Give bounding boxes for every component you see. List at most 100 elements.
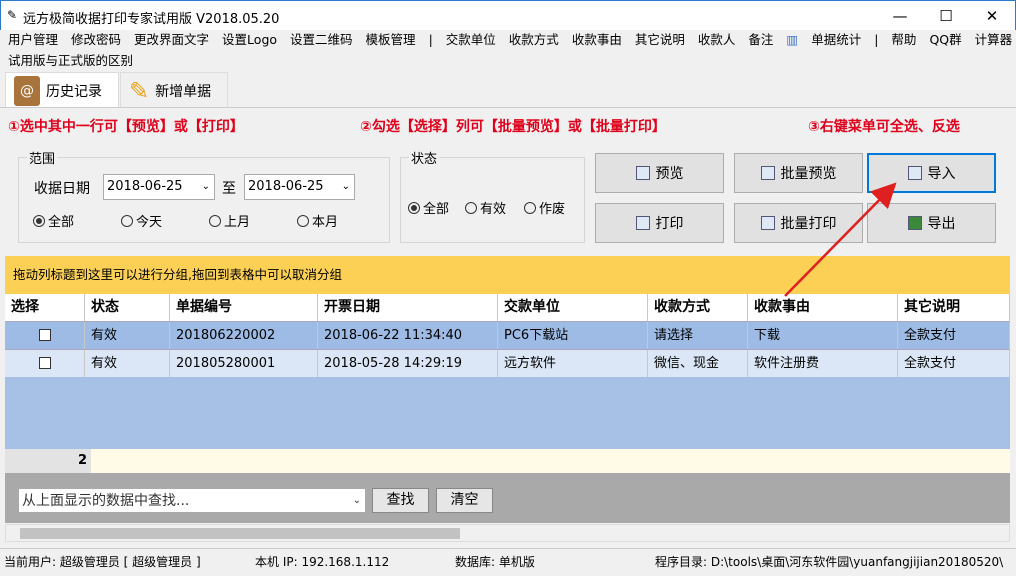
cell-payer: 远方软件 [498, 350, 648, 377]
close-button[interactable]: ✕ [969, 1, 1015, 31]
menu-item[interactable]: 交款单位 [446, 30, 496, 50]
button-label: 打印 [655, 216, 684, 232]
cell-method: 请选择 [648, 322, 748, 349]
scrollbar-thumb[interactable] [20, 528, 460, 539]
select-cell[interactable] [5, 350, 85, 377]
batch-preview-button[interactable]: 批量预览 [734, 153, 863, 193]
menu-item[interactable]: 设置Logo [222, 30, 277, 50]
chevron-down-icon: ⌄ [341, 181, 350, 192]
cell-reason: 软件注册费 [748, 350, 898, 377]
cell-date: 2018-05-28 14:29:19 [318, 350, 498, 377]
range-radio-all[interactable]: 全部 [33, 211, 74, 230]
import-button[interactable]: 导入 [867, 153, 996, 193]
data-grid: 选择 状态 单据编号 开票日期 交款单位 收款方式 收款事由 其它说明 有效 201806220… [5, 294, 1010, 449]
status-radio-valid[interactable]: 有效 [465, 198, 506, 217]
minimize-button[interactable]: — [877, 1, 923, 31]
status-radio-all[interactable]: 全部 [408, 198, 449, 217]
status-dir: 程序目录: D:\tools\桌面\河东软件园\yuanfangjijian20… [655, 555, 1004, 569]
preview-icon [635, 166, 650, 180]
radio-label: 本月 [312, 215, 339, 230]
radio-label: 作废 [539, 202, 566, 217]
radio-icon [465, 201, 477, 214]
button-label: 导出 [927, 216, 956, 232]
column-header[interactable]: 选择 [5, 294, 85, 321]
menu-item[interactable]: 设置二维码 [290, 30, 353, 50]
menu-item[interactable]: 计算器 [975, 30, 1013, 50]
radio-icon [121, 214, 133, 227]
horizontal-scrollbar[interactable] [5, 524, 1010, 542]
status-bar: 当前用户: 超级管理员 [ 超级管理员 ] 本机 IP: 192.168.1.1… [0, 548, 1016, 575]
row-count: 2 [5, 449, 91, 473]
pencil-icon: ✎ [129, 76, 150, 105]
date-from-picker[interactable]: 2018-06-25 ⌄ [103, 174, 215, 200]
menu-item[interactable]: 修改密码 [71, 30, 121, 50]
table-row[interactable]: 有效 201805280001 2018-05-28 14:29:19 远方软件 微信、… [5, 349, 1010, 377]
menu-item[interactable]: 模板管理 [366, 30, 416, 50]
menu-bar: 用户管理 修改密码 更改界面文字 设置Logo 设置二维码 模板管理 | 交款单位 收款方式 收款… [0, 30, 1016, 50]
menu-trial-diff[interactable]: 试用版与正式版的区别 [8, 50, 133, 69]
range-legend: 范围 [29, 152, 56, 167]
radio-icon [408, 201, 420, 214]
menu-item[interactable]: 用户管理 [8, 30, 58, 50]
radio-icon [209, 214, 221, 227]
preview-button[interactable]: 预览 [595, 153, 724, 193]
cell-note: 全款支付 [898, 322, 1010, 349]
grid-header: 选择 状态 单据编号 开票日期 交款单位 收款方式 收款事由 其它说明 [5, 294, 1010, 321]
select-checkbox[interactable] [39, 357, 51, 369]
notice-3: ③右键菜单可全选、反选 [808, 119, 960, 135]
table-row[interactable]: 有效 201806220002 2018-06-22 11:34:40 PC6下载站请… [5, 321, 1010, 349]
export-button[interactable]: 导出 [867, 203, 996, 243]
radio-label: 上月 [224, 215, 251, 230]
menu-item[interactable]: QQ群 [929, 30, 961, 50]
range-radio-this-month[interactable]: 本月 [297, 211, 338, 230]
maximize-button[interactable]: ☐ [923, 1, 969, 31]
menu-separator: | [874, 32, 879, 47]
group-by-panel[interactable]: 拖动列标题到这里可以进行分组,拖回到表格中可以取消分组 [5, 256, 1010, 294]
tab-history[interactable]: @ 历史记录 [5, 72, 119, 108]
status-radio-void[interactable]: 作废 [524, 198, 565, 217]
date-to-value: 2018-06-25 [248, 179, 324, 194]
radio-label: 全部 [423, 202, 450, 217]
cell-note: 全款支付 [898, 350, 1010, 377]
menu-item[interactable]: 单据统计 [811, 30, 861, 50]
search-panel: 从上面显示的数据中查找... ⌄ 查找 清空 [5, 473, 1010, 523]
column-header[interactable]: 交款单位 [498, 294, 648, 321]
column-header[interactable]: 其它说明 [898, 294, 1010, 321]
clear-button[interactable]: 清空 [436, 488, 493, 513]
column-header[interactable]: 收款方式 [648, 294, 748, 321]
column-header[interactable]: 单据编号 [170, 294, 318, 321]
menu-item[interactable]: 收款人 [698, 30, 736, 50]
status-ip: 本机 IP: 192.168.1.112 [255, 555, 390, 569]
column-header[interactable]: 收款事由 [748, 294, 898, 321]
print-button[interactable]: 打印 [595, 203, 724, 243]
column-header[interactable]: 状态 [85, 294, 170, 321]
search-placeholder: 从上面显示的数据中查找... [22, 493, 190, 509]
range-radio-today[interactable]: 今天 [121, 211, 162, 230]
title-bar: ✎ 远方极简收据打印专家试用版 V2018.05.20 — ☐ ✕ [0, 0, 1016, 30]
printer-icon [760, 216, 775, 230]
radio-icon [33, 214, 45, 227]
menu-item[interactable]: 收款方式 [509, 30, 559, 50]
button-label: 批量打印 [780, 216, 837, 232]
find-button[interactable]: 查找 [372, 488, 429, 513]
column-header[interactable]: 开票日期 [318, 294, 498, 321]
range-radio-last-month[interactable]: 上月 [209, 211, 250, 230]
app-icon: ✎ [7, 8, 18, 22]
radio-label: 有效 [480, 202, 507, 217]
menu-item[interactable]: 备注 [748, 30, 773, 50]
menu-item[interactable]: 其它说明 [635, 30, 685, 50]
batch-print-button[interactable]: 批量打印 [734, 203, 863, 243]
date-label: 收据日期 [34, 181, 90, 197]
status-legend: 状态 [411, 152, 438, 167]
radio-label: 全部 [48, 215, 75, 230]
select-checkbox[interactable] [39, 329, 51, 341]
bar-chart-icon: ▥ [786, 32, 799, 47]
menu-item[interactable]: 帮助 [891, 30, 916, 50]
date-to-picker[interactable]: 2018-06-25 ⌄ [244, 174, 355, 200]
menu-item[interactable]: 更改界面文字 [134, 30, 209, 50]
select-cell[interactable] [5, 322, 85, 349]
tab-new-receipt[interactable]: ✎ 新增单据 [120, 72, 228, 108]
search-input[interactable]: 从上面显示的数据中查找... ⌄ [18, 488, 366, 513]
cell-method: 微信、现金 [648, 350, 748, 377]
menu-item[interactable]: 收款事由 [572, 30, 622, 50]
